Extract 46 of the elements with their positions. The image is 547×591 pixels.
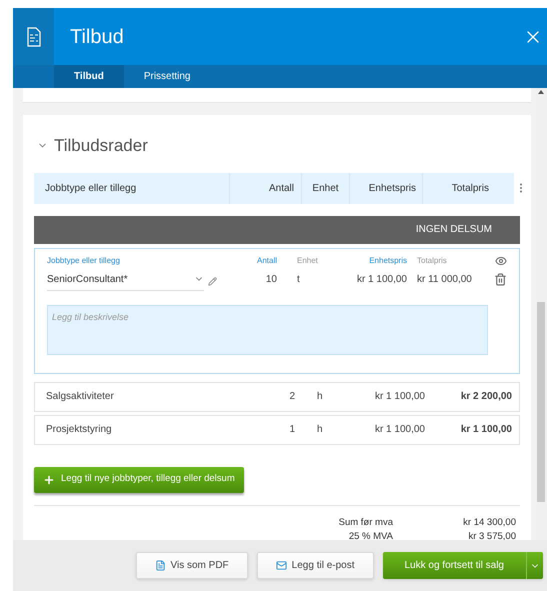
table-cell-text: kr 2 200,00 <box>460 390 512 404</box>
tab[interactable]: Tilbud <box>54 65 124 88</box>
table-cell-text: kr 1 100,00 <box>374 423 425 437</box>
total-label: 25 % MVA <box>348 530 393 544</box>
section-title: Tilbudsrader <box>54 135 148 157</box>
description-field[interactable]: Legg til beskrivelse <box>47 304 488 354</box>
document-icon <box>26 26 40 46</box>
table-cell-text: kr 1 100,00 <box>460 423 512 437</box>
view-pdf-button[interactable]: Vis som PDF <box>136 552 248 579</box>
column-header: Jobbtype eller tillegg <box>44 182 138 196</box>
table-cell-text: 2 <box>288 390 295 404</box>
table-cell-text: kr 1 100,00 <box>374 390 425 404</box>
column-header: Enhet <box>301 172 349 204</box>
total-value: kr 14 300,00 <box>462 516 517 530</box>
pencil-icon[interactable] <box>208 276 217 286</box>
job-type-select[interactable]: SeniorConsultant* <box>47 272 204 290</box>
document-icon <box>154 560 166 571</box>
field-label: Antall <box>256 254 277 266</box>
column-header: Antall <box>229 172 301 204</box>
field-value: kr 11 000,00 <box>417 272 473 286</box>
table-cell-text: Prosjektstyring <box>45 423 113 437</box>
table-cell-text: 1 <box>288 423 295 437</box>
email-button[interactable]: Legg til e-post <box>256 552 374 579</box>
eye-icon[interactable] <box>494 254 506 266</box>
total-label: Sum før mva <box>338 516 393 530</box>
table-cell-text: h <box>316 390 324 404</box>
field-label: Totalpris <box>417 254 448 266</box>
tab[interactable]: Prissetting <box>124 65 210 88</box>
table-cell-text: h <box>316 423 324 437</box>
window-title: Tilbud <box>70 24 124 50</box>
field-label: Enhet <box>297 254 317 266</box>
table-row[interactable]: Salgsaktiviteter 2 h kr 1 100,00 kr 2 200,00 <box>34 382 520 412</box>
column-header: Totalpris <box>422 172 514 204</box>
field-label: Enhetspris <box>368 254 407 266</box>
trash-icon[interactable] <box>494 272 507 286</box>
envelope-icon <box>276 560 287 571</box>
total-value: kr 3 575,00 <box>467 530 517 544</box>
table-cell-text: Salgsaktiviteter <box>45 390 115 404</box>
field-value: t <box>297 272 301 286</box>
field-label: Jobbtype eller tillegg <box>47 254 121 266</box>
column-header: Enhetspris <box>349 172 422 204</box>
field-value[interactable]: kr 1 100,00 <box>317 272 407 286</box>
subtotal-label: INGEN DELSUM <box>416 223 492 237</box>
field-value[interactable]: 10 <box>217 272 277 286</box>
plus-icon <box>43 474 55 486</box>
table-row[interactable]: Prosjektstyring 1 h kr 1 100,00 kr 1 100,00 <box>34 414 520 444</box>
